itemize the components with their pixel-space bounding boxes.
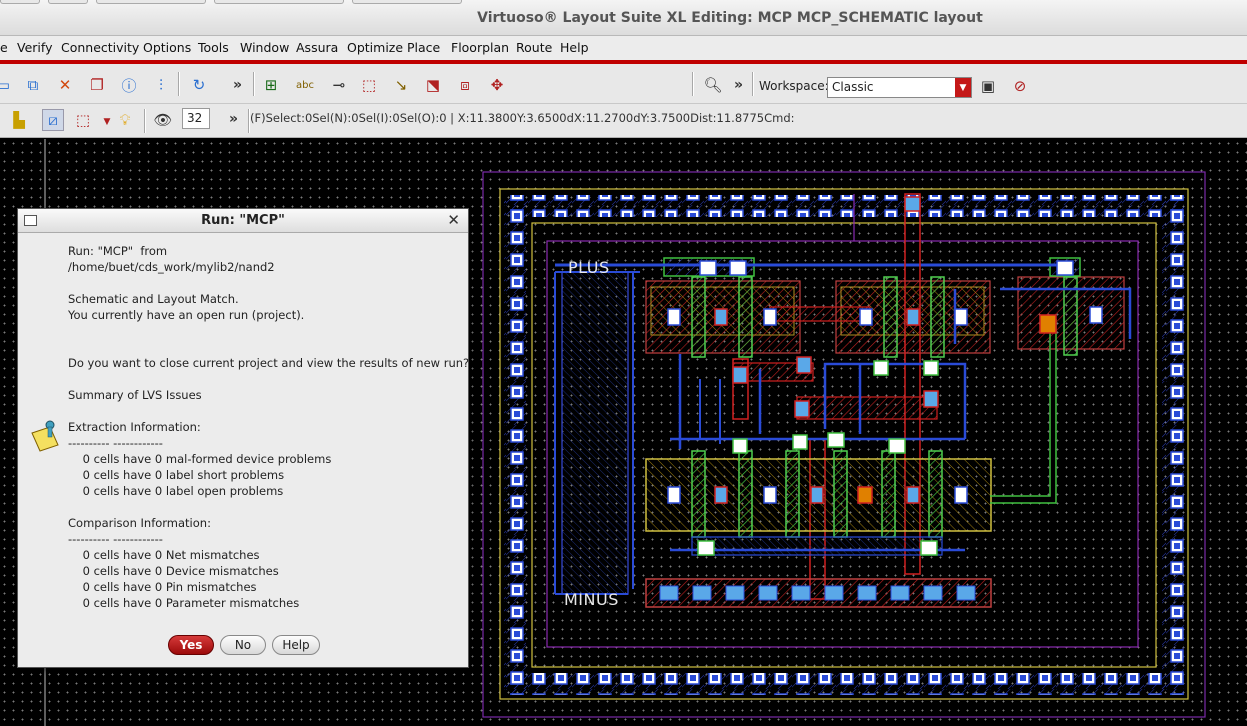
fit-view-icon[interactable]: ⧉ xyxy=(22,74,44,96)
display-depth-input[interactable]: 32 xyxy=(182,108,210,129)
dialog-line: ---------- ------------ xyxy=(68,532,163,546)
yes-button[interactable]: Yes xyxy=(168,635,214,655)
window-tabs xyxy=(0,0,1100,6)
dialog-line: Summary of LVS Issues xyxy=(68,388,202,402)
dialog-line: Extraction Information: xyxy=(68,420,201,434)
dialog-line: You currently have an open run (project)… xyxy=(68,308,305,322)
pin-label-minus: MINUS xyxy=(564,590,619,609)
pin-icon[interactable]: ⊸ xyxy=(328,74,350,96)
menu-bar: e Verify Connectivity Options Tools Wind… xyxy=(0,36,1247,60)
dialog-line: 0 cells have 0 Parameter mismatches xyxy=(68,596,300,610)
dialog-title-bar[interactable]: Run: "MCP" ✕ xyxy=(18,209,468,233)
toolbar-separator xyxy=(144,109,146,133)
path-icon[interactable]: ↘ xyxy=(390,74,412,96)
menu-connectivity[interactable]: Connectivity xyxy=(61,40,139,55)
dialog-line: ---------- ------------ xyxy=(68,436,163,450)
menu-assura[interactable]: Assura xyxy=(296,40,338,55)
dialog-message: Run: "MCP" from/home/buet/cds_work/mylib… xyxy=(68,243,469,611)
workspace-delete-icon[interactable]: ⊘ xyxy=(1009,75,1031,97)
dialog-title: Run: "MCP" xyxy=(201,213,285,228)
overflow-chevron-icon[interactable]: » xyxy=(734,77,743,93)
toolbar-separator xyxy=(178,72,180,96)
dialog-line: 0 cells have 0 Pin mismatches xyxy=(68,580,257,594)
menu-help[interactable]: Help xyxy=(560,40,589,55)
no-button[interactable]: No xyxy=(220,635,266,655)
select-area-icon[interactable]: ⬚ xyxy=(358,74,380,96)
menu-tools[interactable]: Tools xyxy=(198,40,229,55)
window-title: Virtuoso® Layout Suite XL Editing: MCP M… xyxy=(477,10,983,26)
dialog-line xyxy=(68,371,469,387)
menu-route[interactable]: Route xyxy=(516,40,552,55)
dialog-line: 0 cells have 0 Net mismatches xyxy=(68,548,260,562)
menu-verify[interactable]: Verify xyxy=(17,40,52,55)
dialog-line: 0 cells have 0 label short problems xyxy=(68,468,285,482)
dialog-line xyxy=(68,499,469,515)
dialog-line: 0 cells have 0 Device mismatches xyxy=(68,564,279,578)
dialog-line xyxy=(68,323,469,339)
move-icon[interactable]: ✥ xyxy=(486,74,508,96)
workspace-save-icon[interactable]: ▣ xyxy=(977,75,999,97)
align-icon[interactable]: ⫶ xyxy=(150,74,172,96)
overflow-chevron-icon[interactable]: » xyxy=(233,77,242,93)
workspace-label: Workspace: xyxy=(759,79,829,93)
help-button[interactable]: Help xyxy=(272,635,320,655)
toolbar-separator xyxy=(692,72,694,96)
dialog-line: 0 cells have 0 label open problems xyxy=(68,484,284,498)
dialog-line xyxy=(68,275,469,291)
lvs-run-dialog: Run: "MCP" ✕ Run: "MCP" from/home/buet/c… xyxy=(17,208,469,668)
copy-icon[interactable]: ⧈ xyxy=(454,74,476,96)
dialog-line xyxy=(68,339,469,355)
toolbar-main: ▭ ⧉ ✕ ❐ ⓘ ⫶ ↻ » ⊞ abc ⊸ ⬚ ↘ ⬔ ⧈ ✥ 🔍︎ » W… xyxy=(0,64,1247,104)
metal-rail xyxy=(561,271,629,595)
stretch-icon[interactable]: ⬔ xyxy=(422,74,444,96)
dialog-line: Comparison Information: xyxy=(68,516,211,530)
pin-label-plus: PLUS xyxy=(568,258,610,277)
toolbar-separator xyxy=(253,72,255,96)
workspace-value: Classic xyxy=(832,80,874,94)
layer-icon[interactable]: ▙ xyxy=(8,109,30,131)
note-icon xyxy=(31,420,59,452)
selection-mode-icon[interactable]: ⧄ xyxy=(42,109,64,131)
dialog-line: 0 cells have 0 mal-formed device problem… xyxy=(68,452,332,466)
via-highlight xyxy=(857,486,873,504)
visibility-icon[interactable]: 👁︎ xyxy=(152,109,174,131)
dialog-line: /home/buet/cds_work/mylib2/nand2 xyxy=(68,260,275,274)
toolbar-separator xyxy=(752,72,754,96)
chevron-down-icon[interactable]: ▼ xyxy=(955,78,971,97)
menu-place[interactable]: Place xyxy=(407,40,440,55)
select-filter-icon[interactable]: ⬚ xyxy=(72,109,94,131)
menu-window[interactable]: Window xyxy=(240,40,289,55)
via-highlight xyxy=(1039,314,1057,334)
menu-floorplan[interactable]: Floorplan xyxy=(451,40,509,55)
status-readout: (F)Select:0Sel(N):0Sel(I):0Sel(O):0 | X:… xyxy=(250,111,795,125)
create-instance-icon[interactable]: ⊞ xyxy=(260,74,282,96)
delete-icon[interactable]: ✕ xyxy=(54,74,76,96)
lightbulb-icon[interactable]: 💡︎ xyxy=(114,109,136,131)
property-icon[interactable]: ❐ xyxy=(86,74,108,96)
dialog-line xyxy=(68,403,469,419)
info-icon[interactable]: ⓘ xyxy=(118,74,140,96)
dialog-line: Run: "MCP" from xyxy=(68,244,168,258)
overflow-chevron-icon[interactable]: » xyxy=(229,111,238,127)
menu-optimize[interactable]: Optimize xyxy=(347,40,403,55)
dialog-line: Schematic and Layout Match. xyxy=(68,292,239,306)
menu-edit[interactable]: e xyxy=(0,40,8,55)
title-bar: Virtuoso® Layout Suite XL Editing: MCP M… xyxy=(0,0,1247,36)
refresh-icon[interactable]: ↻ xyxy=(188,74,210,96)
menu-options[interactable]: Options xyxy=(143,40,191,55)
close-icon[interactable]: ✕ xyxy=(447,211,460,229)
save-icon[interactable]: ▭ xyxy=(0,74,14,96)
zoom-icon[interactable]: 🔍︎ xyxy=(702,74,724,96)
dialog-line: Do you want to close current project and… xyxy=(68,356,470,370)
label-icon[interactable]: abc xyxy=(294,74,316,96)
workspace-select[interactable]: Classic ▼ xyxy=(827,77,972,98)
